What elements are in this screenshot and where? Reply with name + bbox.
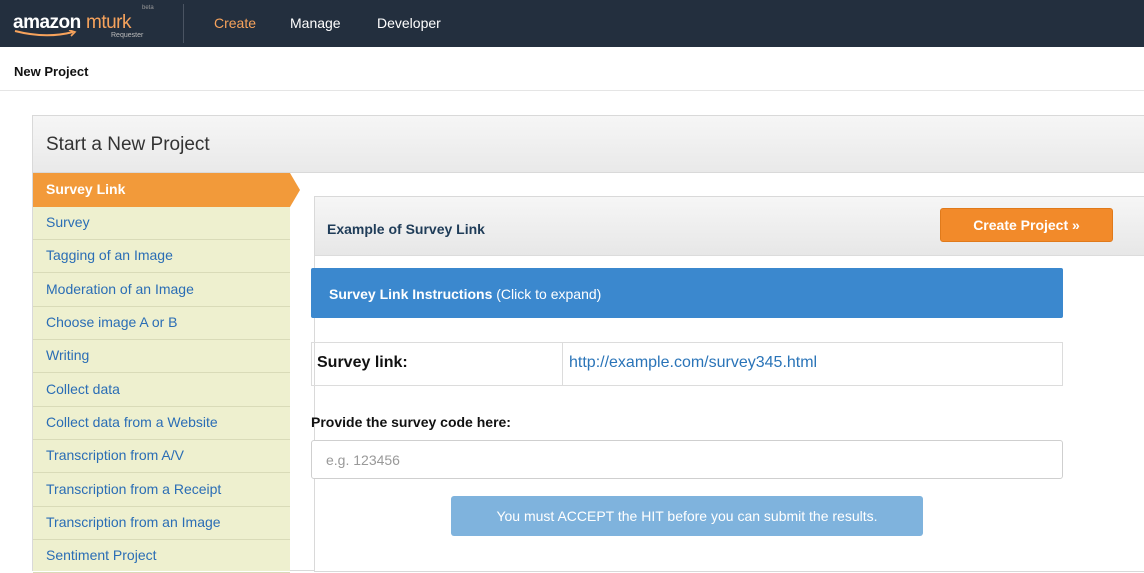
example-header: Example of Survey Link Create Project »: [315, 197, 1144, 256]
nav-divider: [183, 4, 184, 43]
amazon-smile-icon: [14, 30, 77, 37]
survey-code-input[interactable]: [311, 440, 1063, 479]
heading-divider: [0, 90, 1144, 91]
logo-beta-text: beta: [142, 5, 154, 11]
instructions-expand-bar[interactable]: Survey Link Instructions (Click to expan…: [311, 268, 1063, 318]
logo-mturk-text: mturk: [86, 12, 132, 33]
sidebar-item-label: Transcription from an Image: [46, 514, 221, 530]
create-project-button[interactable]: Create Project »: [940, 208, 1113, 242]
active-arrow-icon: [290, 173, 300, 207]
sidebar-item-label: Transcription from a Receipt: [46, 481, 222, 497]
sidebar-item-transcription-receipt[interactable]: Transcription from a Receipt: [33, 473, 290, 507]
sidebar-item-transcription-image[interactable]: Transcription from an Image: [33, 506, 290, 540]
sidebar-item-label: Sentiment Project: [46, 547, 157, 563]
survey-link[interactable]: http://example.com/survey345.html: [563, 343, 1062, 385]
nav-link-developer[interactable]: Developer: [377, 15, 441, 31]
example-title: Example of Survey Link: [327, 221, 485, 237]
sidebar-item-label: Moderation of an Image: [46, 281, 194, 297]
template-sidebar: Survey Link Survey Tagging of an Image M…: [33, 173, 300, 573]
nav-link-create[interactable]: Create: [214, 15, 256, 31]
top-navigation: amazon mturk beta Requester Create Manag…: [0, 0, 1144, 47]
nav-link-manage[interactable]: Manage: [290, 15, 341, 31]
survey-link-table: Survey link: http://example.com/survey34…: [311, 342, 1063, 386]
sidebar-item-survey[interactable]: Survey: [33, 206, 290, 240]
instructions-hint: (Click to expand): [492, 286, 602, 302]
survey-link-label: Survey link:: [312, 343, 563, 385]
survey-code-label: Provide the survey code here:: [311, 414, 511, 430]
sidebar-item-label: Transcription from A/V: [46, 447, 184, 463]
mturk-logo[interactable]: amazon mturk beta Requester: [0, 0, 160, 47]
logo-requester-text: Requester: [111, 32, 144, 39]
sidebar-item-label: Choose image A or B: [46, 314, 178, 330]
sidebar-item-tagging-image[interactable]: Tagging of an Image: [33, 239, 290, 273]
sidebar-item-collect-data-website[interactable]: Collect data from a Website: [33, 406, 290, 440]
sidebar-item-sentiment[interactable]: Sentiment Project: [33, 539, 290, 573]
sidebar-item-label: Survey: [46, 214, 90, 230]
sidebar-item-collect-data[interactable]: Collect data: [33, 373, 290, 407]
page-title: New Project: [14, 64, 89, 79]
sidebar-item-survey-link[interactable]: Survey Link: [33, 173, 300, 207]
instructions-title: Survey Link Instructions: [329, 286, 493, 302]
sidebar-item-transcription-av[interactable]: Transcription from A/V: [33, 439, 290, 473]
panel-header: Start a New Project: [33, 116, 1144, 173]
sidebar-item-label: Collect data from a Website: [46, 414, 218, 430]
submit-disabled-button[interactable]: You must ACCEPT the HIT before you can s…: [451, 496, 923, 536]
sidebar-item-choose-image[interactable]: Choose image A or B: [33, 306, 290, 340]
sidebar-item-moderation-image[interactable]: Moderation of an Image: [33, 273, 290, 307]
panel-title: Start a New Project: [46, 134, 210, 155]
sidebar-item-label: Survey Link: [46, 181, 126, 197]
sidebar-item-writing[interactable]: Writing: [33, 339, 290, 373]
sidebar-item-label: Tagging of an Image: [46, 247, 173, 263]
sidebar-item-label: Collect data: [46, 381, 120, 397]
sidebar-item-label: Writing: [46, 347, 90, 363]
